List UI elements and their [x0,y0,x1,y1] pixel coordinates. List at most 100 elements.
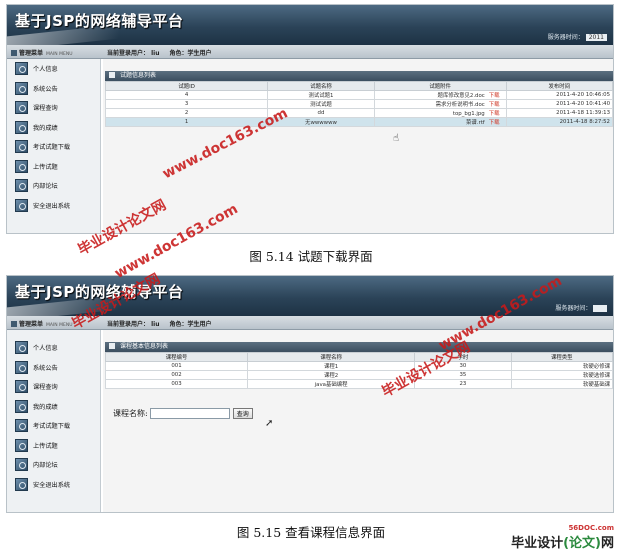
file-name: top_bg1.jpg [452,111,485,117]
search-button[interactable]: 查询 [232,408,253,419]
column-header: 试题附件 [373,81,507,91]
search-icon [15,380,28,394]
sidebar-item-label: 我的成绩 [33,124,58,132]
column-header: 课程编号 [105,352,248,362]
table-row: 003 java基础编程 23 软硬基础课 [105,379,613,389]
login-user: 当前登录用户： liu [107,50,160,57]
sidebar-item-label: 课程查询 [33,105,58,113]
sidebar-item-label: 内部论坛 [33,462,58,470]
corner-brand-a: 毕业设计 [511,536,564,551]
panel-icon [109,72,115,78]
cell-code: 002 [105,370,248,380]
sidebar-item-label: 课程查询 [33,384,58,392]
course-search-form: 课程名称: 查询 [113,408,253,419]
sidebar-item-grades[interactable]: 我的成绩 [7,118,100,138]
table-header-row: 试题ID 试题名称 试题附件 发布时间 [104,81,613,91]
exit-icon [15,477,28,491]
sidebar-item-notice[interactable]: 系统公告 [7,79,100,99]
server-time-value: 2011 [585,34,607,41]
sidebar-item-label: 考试试题下载 [33,423,71,431]
sidebar-item-profile[interactable]: 个人信息 [7,338,100,358]
sidebar-item-upload[interactable]: 上传试题 [7,157,100,177]
cell-time: 2011-4-18 11:39:13 [505,108,613,118]
column-header: 课程类型 [510,352,613,362]
user-role: 角色：学生用户 [169,321,212,328]
grade-icon [15,399,28,413]
sidebar-item-label: 上传试题 [33,442,58,450]
panel-title: 试题信息列表 [120,72,157,79]
exam-table: 试题ID 试题名称 试题附件 发布时间 4 测试试题1 题库修改意见2.doc 下… [104,81,613,127]
menu-header-en: MAIN MENU [46,323,73,328]
panel-title: 课程基本信息列表 [120,343,169,350]
menu-icon [11,50,17,56]
search-icon [15,101,28,115]
column-header: 发布时间 [505,81,613,91]
user-info: 当前登录用户： liu 角色：学生用户 [107,48,222,57]
cell-name: 课程1 [246,361,416,371]
login-user: 当前登录用户： liu [107,321,160,328]
cell-hours: 23 [414,379,512,389]
download-link[interactable]: 下载 [489,120,500,126]
sidebar-item-label: 安全退出系统 [33,481,71,489]
grade-icon [15,120,28,134]
sidebar-item-grades[interactable]: 我的成绩 [7,397,100,417]
sidebar-item-exam-download[interactable]: 考试试题下载 [7,137,100,157]
server-time-label: 服务器时间： [547,34,584,41]
server-time-label: 服务器时间： [555,305,592,312]
upload-icon [15,159,28,173]
download-icon [15,140,28,154]
sidebar: 个人信息 系统公告 课程查询 我的成绩 考试试题下载 上传试题 内部论坛 安全退… [7,330,101,512]
sidebar-item-label: 我的成绩 [33,403,58,411]
sidebar: 个人信息 系统公告 课程查询 我的成绩 考试试题下载 上传试题 内部论坛 安全退… [7,59,101,233]
course-name-input[interactable] [149,408,230,419]
cell-type: 软硬基础课 [510,379,613,389]
sidebar-item-label: 考试试题下载 [33,144,71,152]
server-time: 服务器时间： 2011 [548,32,607,41]
table-row: 002 课程2 35 软硬选修课 [105,370,613,380]
cell-name: 测试试题1 [267,90,375,100]
table-row: 001 课程1 30 软硬必修课 [105,361,613,371]
cell-type: 软硬选修课 [510,370,613,380]
file-name: 需求分析说明书.doc [435,102,485,108]
corner-brand-b: (论文) [563,536,601,551]
download-link[interactable]: 下载 [489,93,500,99]
sidebar-item-forum[interactable]: 内部论坛 [7,455,100,475]
sidebar-item-label: 安全退出系统 [33,202,71,210]
sidebar-item-upload[interactable]: 上传试题 [7,436,100,456]
status-bar: 管理菜单 MAIN MENU 当前登录用户： liu 角色：学生用户 [7,45,613,59]
file-name: 菜谱.rtf [465,120,485,126]
column-header: 课程名称 [246,352,416,362]
download-link[interactable]: 下载 [489,111,500,117]
file-name: 题库修改意见2.doc [437,93,485,99]
panel-header: 课程基本信息列表 [105,342,613,352]
sidebar-item-course-search[interactable]: 课程查询 [7,377,100,397]
server-time: 服务器时间： [555,303,607,312]
forum-icon [15,179,28,193]
sidebar-item-logout[interactable]: 安全退出系统 [7,475,100,495]
corner-brand: 毕业设计(论文)网 [511,532,614,551]
sidebar-item-label: 系统公告 [33,85,58,93]
table-row: 3 测试试题 需求分析说明书.doc 下载 2011-4-20 10:41:40 [104,99,613,109]
sidebar-item-exam-download[interactable]: 考试试题下载 [7,416,100,436]
menu-header-label: 管理菜单 [19,50,44,57]
cell-time: 2011-4-20 10:41:40 [505,99,613,109]
server-time-value [593,305,607,312]
sidebar-item-notice[interactable]: 系统公告 [7,358,100,378]
cell-file: 需求分析说明书.doc 下载 [373,99,507,109]
user-info: 当前登录用户： liu 角色：学生用户 [107,319,222,328]
sidebar-item-course-search[interactable]: 课程查询 [7,98,100,118]
sidebar-item-label: 系统公告 [33,364,58,372]
sidebar-item-forum[interactable]: 内部论坛 [7,176,100,196]
sidebar-item-label: 内部论坛 [33,183,58,191]
download-link[interactable]: 下载 [489,102,500,108]
download-icon [15,419,28,433]
course-table: 课程编号 课程名称 学时 课程类型 001 课程1 30 软硬必修课 002 课… [105,352,613,389]
sidebar-item-logout[interactable]: 安全退出系统 [7,196,100,216]
sidebar-item-label: 个人信息 [33,66,58,74]
sidebar-item-label: 个人信息 [33,345,58,353]
cell-file: 题库修改意见2.doc 下载 [373,90,507,100]
sidebar-item-profile[interactable]: 个人信息 [7,59,100,79]
exit-icon [15,198,28,212]
corner-watermark-logo: 56DOC.com 毕业设计(论文)网 [511,524,614,551]
menu-header: 管理菜单 MAIN MENU [11,48,73,57]
